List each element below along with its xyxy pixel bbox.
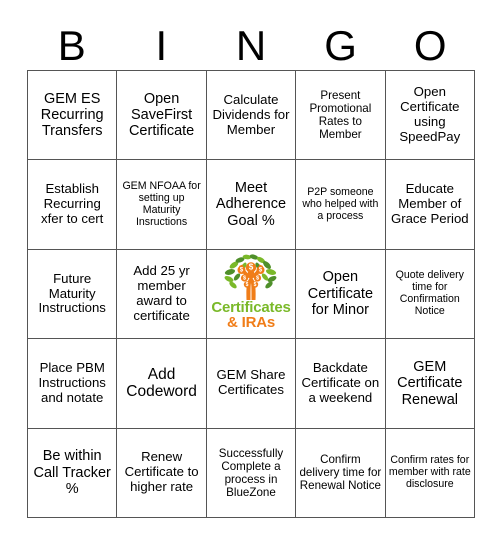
bingo-cell-label: GEM NFOAA for setting up Maturity Insruc… bbox=[122, 179, 201, 228]
bingo-cell-label: Present Promotional Rates to Member bbox=[309, 89, 372, 142]
bingo-cell-label: P2P someone who helped with a process bbox=[302, 185, 379, 222]
header-letter-i: I bbox=[155, 22, 168, 69]
bingo-cell-label: Place PBM Instructions and notate bbox=[38, 360, 106, 405]
bingo-cell-label: Renew Certificate to higher rate bbox=[124, 449, 199, 495]
bingo-cell[interactable]: Successfully Complete a process in BlueZ… bbox=[206, 428, 297, 518]
bingo-cell[interactable]: GEM NFOAA for setting up Maturity Insruc… bbox=[117, 160, 207, 250]
bingo-cell[interactable]: Present Promotional Rates to Member bbox=[296, 71, 386, 161]
bingo-cell[interactable]: Open Certificate for Minor bbox=[296, 249, 386, 340]
bingo-cell-label: Open Certificate using SpeedPay bbox=[399, 84, 461, 145]
free-space-logo-line2: & IRAs bbox=[227, 314, 275, 332]
header-letter-b: B bbox=[57, 22, 86, 69]
bingo-cell[interactable]: Renew Certificate to higher rate bbox=[117, 428, 207, 518]
bingo-cell-label: Confirm rates for member with rate discl… bbox=[388, 453, 471, 490]
header-letter-o: O bbox=[413, 22, 447, 69]
svg-text:$: $ bbox=[240, 266, 244, 273]
bingo-cell-label: Add Codeword bbox=[126, 365, 197, 401]
bingo-cell-label: Open Certificate for Minor bbox=[307, 269, 374, 319]
bingo-cell[interactable]: Meet Adherence Goal % bbox=[206, 160, 297, 250]
bingo-cell-label: Backdate Certificate on a weekend bbox=[301, 360, 380, 405]
bingo-cell[interactable]: Educate Member of Grace Period bbox=[385, 160, 475, 250]
header-letter-n: N bbox=[235, 22, 267, 69]
bingo-cell[interactable]: GEM Share Certificates bbox=[206, 339, 297, 429]
bingo-cell-label: Establish Recurring xfer to cert bbox=[41, 181, 104, 227]
bingo-cell[interactable]: Calculate Dividends for Member bbox=[206, 71, 297, 161]
bingo-cell-label: Confirm delivery time for Renewal Notice bbox=[299, 453, 382, 493]
bingo-cell-label: Open SaveFirst Certificate bbox=[128, 90, 195, 140]
money-tree-person-icon: $$ $$ $$ $ bbox=[224, 254, 277, 300]
bingo-cell-label: Future Maturity Instructions bbox=[38, 270, 106, 316]
bingo-cell[interactable]: Open SaveFirst Certificate bbox=[117, 71, 207, 161]
bingo-cell[interactable]: Confirm rates for member with rate discl… bbox=[385, 428, 475, 518]
bingo-cell-label: Meet Adherence Goal % bbox=[215, 180, 287, 229]
bingo-cell[interactable]: GEM Certificate Renewal bbox=[385, 339, 475, 429]
svg-text:$: $ bbox=[246, 282, 249, 288]
bingo-cell-free-space[interactable]: $ $ $ $ $ $ $ Certificates & IRAs bbox=[206, 249, 297, 340]
bingo-header: B I N G O bbox=[27, 22, 475, 70]
header-letter-g: G bbox=[324, 22, 357, 69]
bingo-cell[interactable]: Place PBM Instructions and notate bbox=[28, 339, 118, 429]
svg-text:$: $ bbox=[254, 282, 257, 288]
bingo-cell[interactable]: Future Maturity Instructions bbox=[28, 249, 118, 340]
svg-text:$: $ bbox=[249, 262, 254, 271]
bingo-card: B I N G O GEM ES Recurring Transfers Open… bbox=[0, 0, 500, 544]
bingo-cell-label: Be within Call Tracker % bbox=[33, 448, 111, 497]
svg-text:$: $ bbox=[259, 266, 263, 273]
bingo-cell[interactable]: Be within Call Tracker % bbox=[28, 428, 118, 518]
bingo-cell[interactable]: Add Codeword bbox=[117, 339, 207, 429]
bingo-cell-label: GEM ES Recurring Transfers bbox=[40, 90, 104, 140]
bingo-cell-label: Add 25 yr member award to certificate bbox=[133, 263, 190, 323]
bingo-cell[interactable]: Confirm delivery time for Renewal Notice bbox=[296, 428, 386, 518]
bingo-cell[interactable]: Quote delivery time for Confirmation Not… bbox=[385, 249, 475, 340]
bingo-cell[interactable]: Open Certificate using SpeedPay bbox=[385, 71, 475, 161]
free-space-logo-line1: Certificates bbox=[211, 298, 291, 316]
bingo-cell[interactable]: P2P someone who helped with a process bbox=[296, 160, 386, 250]
bingo-cell-label: Calculate Dividends for Member bbox=[212, 91, 290, 137]
bingo-cell[interactable]: Backdate Certificate on a weekend bbox=[296, 339, 386, 429]
bingo-cell-label: Successfully Complete a process in BlueZ… bbox=[218, 446, 284, 499]
bingo-cell-label: GEM Share Certificates bbox=[216, 367, 286, 398]
bingo-cell-label: Educate Member of Grace Period bbox=[390, 181, 469, 227]
bingo-cell-label: Quote delivery time for Confirmation Not… bbox=[395, 269, 464, 317]
bingo-cell[interactable]: GEM ES Recurring Transfers bbox=[28, 71, 118, 161]
bingo-cell[interactable]: Establish Recurring xfer to cert bbox=[28, 160, 118, 250]
bingo-grid: GEM ES Recurring Transfers Open SaveFirst… bbox=[27, 70, 475, 518]
bingo-cell[interactable]: Add 25 yr member award to certificate bbox=[117, 249, 207, 340]
bingo-cell-label: GEM Certificate Renewal bbox=[397, 358, 463, 408]
